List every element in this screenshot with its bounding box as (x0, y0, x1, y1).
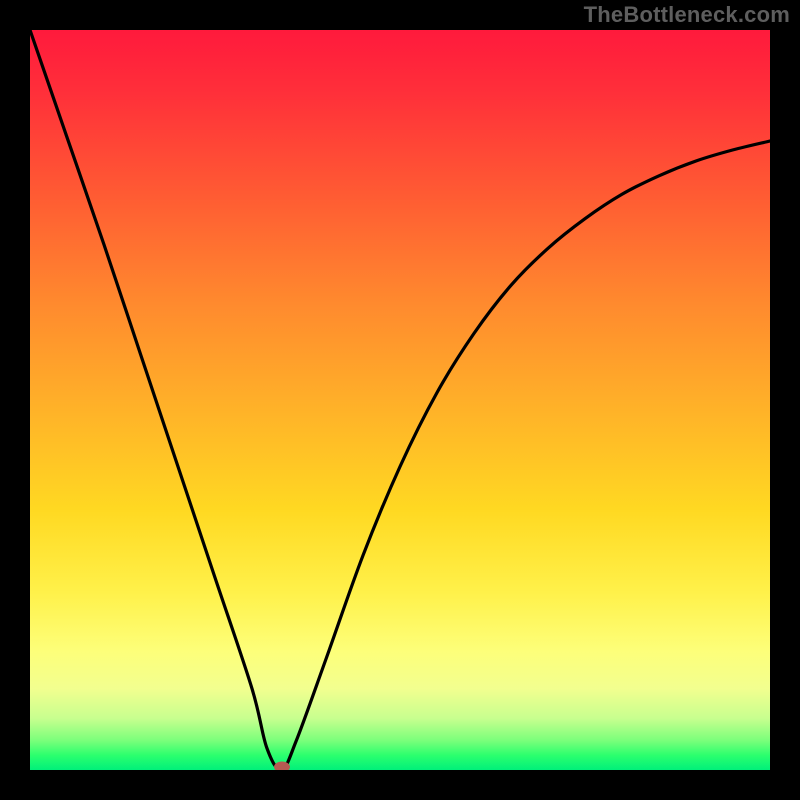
plot-area (30, 30, 770, 770)
chart-frame: TheBottleneck.com (0, 0, 800, 800)
watermark-text: TheBottleneck.com (584, 2, 790, 28)
minimum-marker (274, 762, 290, 771)
curve-path (30, 30, 770, 770)
bottleneck-curve (30, 30, 770, 770)
